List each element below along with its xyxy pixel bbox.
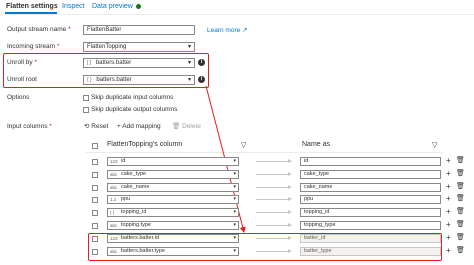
source-column-select[interactable]: abc topping.type ▾ (107, 221, 239, 230)
source-column-name: topping_id (121, 209, 147, 215)
arrow-right-icon (288, 223, 292, 227)
add-row-icon[interactable]: + (446, 220, 451, 229)
name-as-input[interactable]: batter_id (300, 234, 441, 243)
trash-icon[interactable]: 🗑 (456, 207, 465, 216)
trash-icon[interactable]: 🗑 (456, 194, 465, 203)
name-as-input[interactable]: cake_name (300, 183, 441, 192)
row-checkbox[interactable] (92, 172, 98, 178)
source-column-name: topping.type (121, 222, 151, 228)
row-checkbox[interactable] (92, 249, 98, 255)
source-column-select[interactable]: abc cake_type ▾ (107, 170, 239, 179)
source-column-name: cake_name (121, 184, 150, 190)
add-row-icon[interactable]: + (446, 169, 451, 178)
chevron-down-icon: ▾ (233, 171, 236, 177)
type-icon: abc (110, 185, 118, 190)
name-as-input[interactable]: batter_type (300, 247, 441, 256)
row-checkbox[interactable] (92, 223, 98, 229)
add-row-icon[interactable]: + (446, 207, 451, 216)
mapping-arrow (256, 251, 290, 252)
source-column-select[interactable]: 1.2 ppu ▾ (107, 195, 239, 204)
row-checkbox[interactable] (92, 159, 98, 165)
type-icon: 123 (110, 159, 118, 164)
chevron-down-icon: ▾ (233, 184, 236, 190)
trash-icon[interactable]: 🗑 (456, 246, 465, 255)
arrow-right-icon (288, 172, 292, 176)
source-column-name: batters.batter.type (121, 248, 166, 254)
add-row-icon[interactable]: + (446, 233, 451, 242)
name-as-input[interactable]: ppu (300, 195, 441, 204)
source-column-name: id (121, 158, 126, 164)
row-checkbox[interactable] (92, 210, 98, 216)
type-icon: abc (110, 249, 118, 254)
chevron-down-icon: ▾ (233, 158, 236, 164)
add-row-icon[interactable]: + (446, 182, 451, 191)
trash-icon[interactable]: 🗑 (456, 169, 465, 178)
type-icon: abc (110, 223, 118, 228)
add-row-icon[interactable]: + (446, 156, 451, 165)
mapping-arrow (256, 161, 290, 162)
type-icon: 1.2 (110, 197, 117, 202)
trash-icon[interactable]: 🗑 (456, 156, 465, 165)
arrow-right-icon (288, 236, 292, 240)
name-as-input[interactable]: topping_id (300, 208, 441, 217)
source-column-select[interactable]: abc batters.batter.type ▾ (107, 247, 239, 256)
chevron-down-icon: ▾ (233, 209, 236, 215)
arrow-right-icon (288, 159, 292, 163)
arrow-right-icon (288, 210, 292, 214)
chevron-down-icon: ▾ (233, 222, 236, 228)
trash-icon[interactable]: 🗑 (456, 220, 465, 229)
row-checkbox[interactable] (92, 236, 98, 242)
row-checkbox[interactable] (92, 197, 98, 203)
chevron-down-icon: ▾ (233, 248, 236, 254)
arrow-right-icon (288, 197, 292, 201)
source-column-name: cake_type (121, 171, 147, 177)
mapping-arrow (256, 187, 290, 188)
name-as-input[interactable]: topping_type (300, 221, 441, 230)
add-row-icon[interactable]: + (446, 246, 451, 255)
name-as-input[interactable]: cake_type (300, 170, 441, 179)
mapping-arrow (256, 225, 290, 226)
name-as-input[interactable]: id (300, 157, 441, 166)
source-column-select[interactable]: 123 id ▾ (107, 157, 239, 166)
type-icon: 123 (110, 236, 118, 241)
source-column-name: ppu (121, 196, 131, 202)
source-column-name: batters.batter.id (121, 235, 159, 241)
row-checkbox[interactable] (92, 185, 98, 191)
source-column-select[interactable]: abc cake_name ▾ (107, 183, 239, 192)
mapping-arrow (256, 199, 290, 200)
chevron-down-icon: ▾ (233, 235, 236, 241)
source-column-select[interactable]: { } topping_id ▾ (107, 208, 239, 217)
source-column-select[interactable]: 123 batters.batter.id ▾ (107, 234, 239, 243)
mapping-arrow (256, 174, 290, 175)
mapping-arrow (256, 212, 290, 213)
type-icon: abc (110, 172, 118, 177)
chevron-down-icon: ▾ (233, 196, 236, 202)
add-row-icon[interactable]: + (446, 194, 451, 203)
trash-icon[interactable]: 🗑 (456, 182, 465, 191)
type-icon: { } (110, 210, 115, 215)
arrow-right-icon (288, 185, 292, 189)
trash-icon[interactable]: 🗑 (456, 233, 465, 242)
mapping-arrow (256, 238, 290, 239)
arrow-right-icon (288, 249, 292, 253)
